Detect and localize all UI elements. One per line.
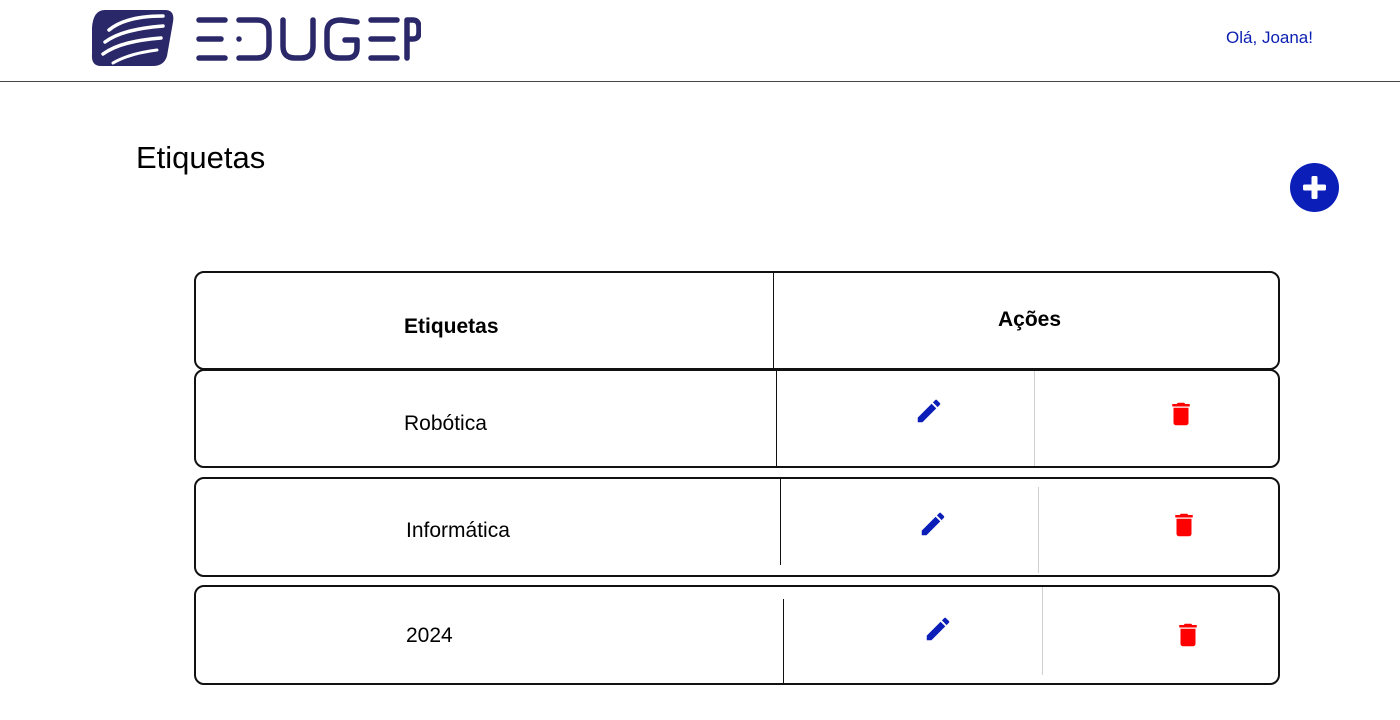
top-header: Olá, Joana! xyxy=(0,0,1400,82)
user-greeting[interactable]: Olá, Joana! xyxy=(1226,28,1313,48)
table-row: 2024 xyxy=(194,585,1280,685)
pencil-icon xyxy=(917,399,941,423)
column-divider xyxy=(783,599,784,684)
table-row: Robótica xyxy=(194,369,1280,468)
column-divider xyxy=(776,371,777,466)
table-header-row: Etiquetas Ações xyxy=(194,271,1280,370)
trash-icon xyxy=(1175,513,1193,537)
table-row: Informática xyxy=(194,477,1280,577)
column-divider xyxy=(773,273,774,368)
column-divider xyxy=(1038,487,1039,574)
column-divider xyxy=(1042,587,1043,676)
delete-button[interactable] xyxy=(1166,399,1196,429)
page-title: Etiquetas xyxy=(136,140,266,175)
tag-name: Informática xyxy=(406,519,510,542)
pencil-icon xyxy=(921,512,945,536)
edit-button[interactable] xyxy=(914,396,944,426)
brand-logo[interactable] xyxy=(91,8,422,68)
column-divider xyxy=(1034,371,1035,466)
tag-name: Robótica xyxy=(404,412,487,435)
plus-icon xyxy=(1303,176,1326,199)
tag-name: 2024 xyxy=(406,624,453,647)
column-divider xyxy=(780,479,781,566)
trash-icon xyxy=(1172,402,1190,426)
delete-button[interactable] xyxy=(1169,510,1199,540)
column-header-tags: Etiquetas xyxy=(404,315,499,338)
edit-button[interactable] xyxy=(923,614,953,644)
edit-button[interactable] xyxy=(918,509,948,539)
trash-icon xyxy=(1179,623,1197,647)
delete-button[interactable] xyxy=(1173,620,1203,650)
column-header-actions: Ações xyxy=(998,308,1062,331)
edugep-logo-icon xyxy=(91,10,422,66)
add-tag-button[interactable] xyxy=(1290,163,1339,212)
pencil-icon xyxy=(926,617,950,641)
